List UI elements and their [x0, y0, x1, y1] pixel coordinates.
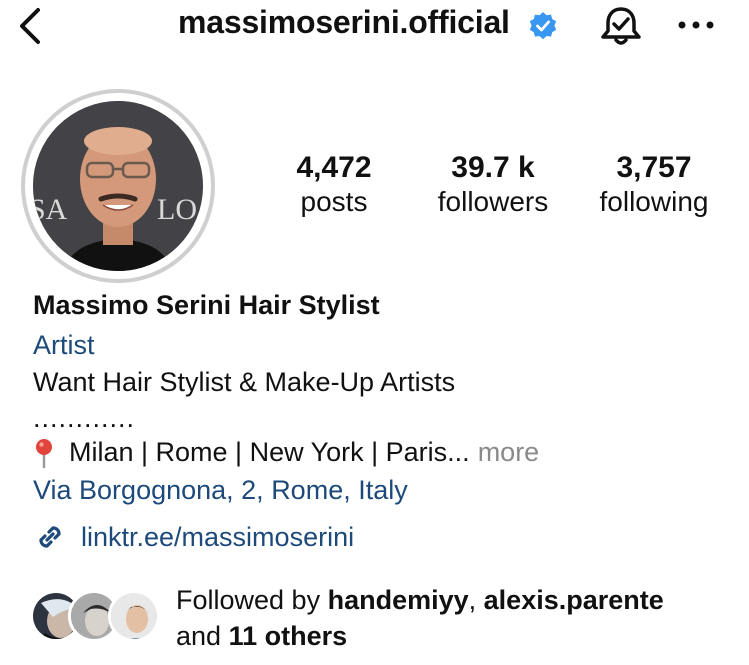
following-value: 3,757 — [616, 151, 692, 184]
link-icon — [33, 520, 67, 554]
bio-dots: ............ — [33, 403, 136, 433]
followed-by-separator: , — [468, 585, 484, 615]
mutual-user-2[interactable]: alexis.parente — [484, 585, 664, 615]
chevron-left-icon — [20, 8, 40, 44]
back-button[interactable] — [16, 6, 46, 46]
more-horizontal-icon — [678, 21, 714, 29]
website-link-text: linktr.ee/massimoserini — [81, 521, 355, 552]
more-options-button[interactable] — [676, 10, 716, 40]
bio-line: Want Hair Stylist & Make-Up Artists — [33, 367, 456, 397]
followed-by-text[interactable]: Followed by handemiyy, alexis.parente an… — [176, 582, 664, 654]
location-row: Milan | Rome | New York | Paris... more — [33, 437, 539, 468]
profile-name: Massimo Serini Hair Stylist — [33, 290, 380, 320]
followed-by-prefix: Followed by — [176, 585, 328, 615]
followers-value: 39.7 k — [451, 151, 535, 184]
mutual-user-1[interactable]: handemiyy — [328, 585, 469, 615]
location-text: Milan | Rome | New York | Paris... — [69, 437, 470, 467]
bell-check-icon — [601, 7, 641, 45]
profile-username: massimoserini.official — [178, 4, 510, 40]
notifications-button[interactable] — [598, 4, 644, 48]
posts-label: posts — [300, 186, 368, 217]
more-link[interactable]: more — [478, 437, 540, 468]
verified-badge-icon — [528, 11, 558, 41]
following-label: following — [599, 186, 709, 217]
svg-text:LO: LO — [157, 193, 197, 226]
mutual-followers-avatars[interactable] — [30, 588, 160, 646]
pin-icon — [33, 438, 55, 468]
mutual-others[interactable]: 11 others — [229, 621, 348, 651]
profile-category: Artist — [33, 330, 95, 360]
avatar[interactable]: SA LO — [33, 101, 203, 271]
posts-value: 4,472 — [296, 151, 372, 184]
mutual-avatar-3 — [108, 590, 160, 642]
followed-by-middle: and — [176, 621, 229, 651]
followers-label: followers — [437, 186, 549, 217]
address-link[interactable]: Via Borgognona, 2, Rome, Italy — [33, 475, 408, 506]
posts-count[interactable]: 4,472 posts — [276, 151, 392, 219]
followers-count[interactable]: 39.7 k followers — [428, 151, 558, 219]
website-link[interactable]: linktr.ee/massimoserini — [33, 520, 354, 554]
following-count[interactable]: 3,757 following — [592, 151, 716, 219]
